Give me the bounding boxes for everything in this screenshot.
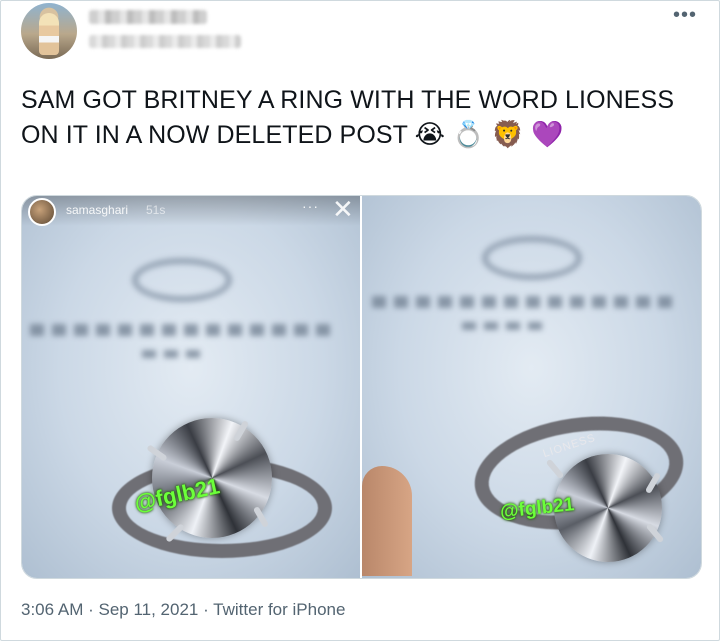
story-avatar — [28, 198, 56, 226]
story-timestamp: 51s — [146, 203, 166, 217]
more-horizontal-icon[interactable]: ••• — [673, 5, 697, 25]
ring-icon: 💍 — [452, 119, 485, 149]
loudly-crying-face-icon: 😭 — [414, 119, 446, 149]
media-photo-left[interactable]: samasghari 51s ··· ✕ @fglb21 — [22, 196, 360, 578]
story-more-icon: ··· — [302, 198, 319, 214]
tweet-body: SAM GOT BRITNEY A RING WITH THE WORD LIO… — [21, 86, 675, 149]
finger — [362, 466, 412, 576]
tweet-card[interactable]: ••• SAM GOT BRITNEY A RING WITH THE WORD… — [0, 0, 720, 641]
display-name-redacted[interactable] — [89, 10, 207, 24]
media-photo-right[interactable]: LIONESS @fglb21 — [362, 196, 701, 578]
media-grid[interactable]: samasghari 51s ··· ✕ @fglb21 LIONESS @fg… — [21, 195, 702, 579]
story-username: samasghari — [66, 203, 129, 217]
avatar[interactable] — [21, 3, 77, 59]
purple-heart-icon: 💜 — [531, 119, 564, 149]
lion-face-icon: 🦁 — [491, 119, 525, 149]
story-close-icon: ✕ — [332, 196, 354, 224]
tweet-timestamp[interactable]: 3:06 AM · Sep 11, 2021 · Twitter for iPh… — [21, 600, 345, 620]
username-redacted[interactable] — [89, 35, 241, 48]
tweet-text: SAM GOT BRITNEY A RING WITH THE WORD LIO… — [21, 83, 701, 152]
